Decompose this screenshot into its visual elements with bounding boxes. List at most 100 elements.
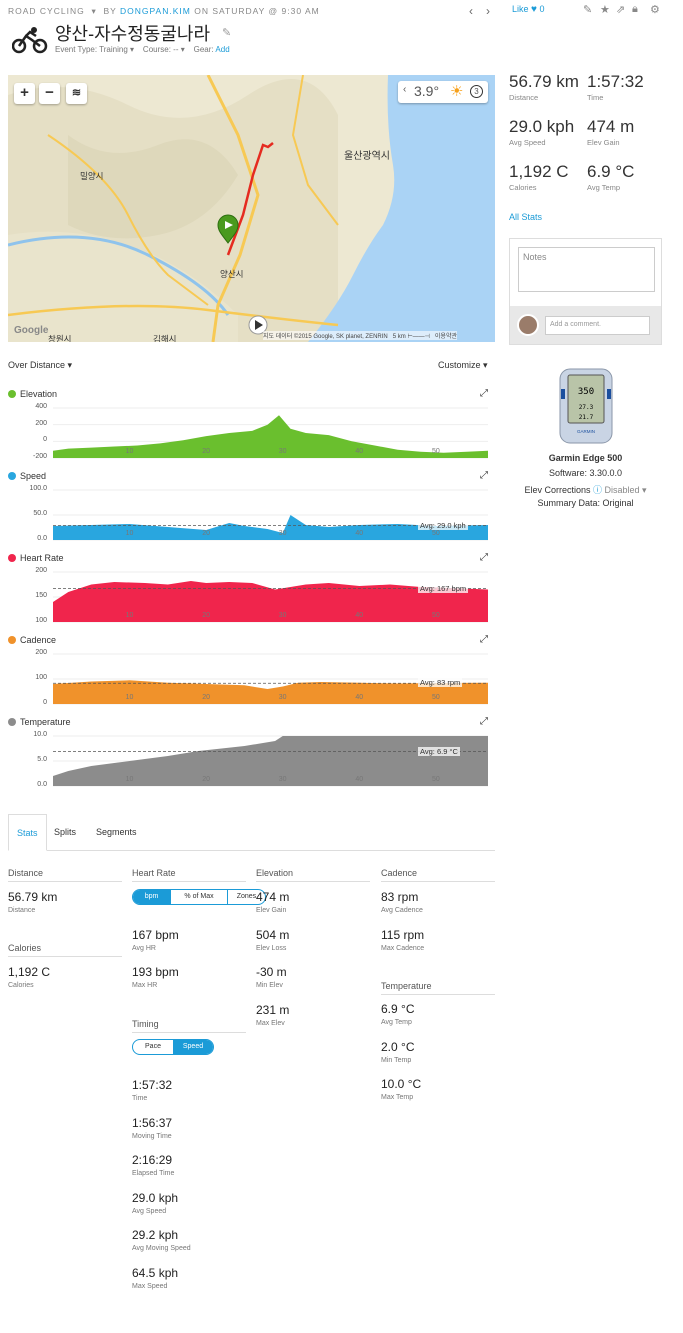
activity-title[interactable]: 양산-자수정동굴나라 [55,20,210,46]
stat-label: Min Temp [381,1056,412,1064]
x-tick-label: 20 [202,694,210,701]
zoom-out-button[interactable]: − [39,83,60,104]
prev-activity-icon[interactable]: ‹ [469,4,473,18]
stat-value: 115 rpm [381,927,425,942]
y-tick-label: 0.0 [37,535,47,542]
comment-input[interactable]: Add a comment. [545,316,650,335]
y-tick-label: 100 [35,674,47,681]
stat-value: 504 m [256,927,290,942]
x-tick-label: 30 [278,612,287,619]
elev-corrections-dropdown[interactable]: Disabled ▾ [605,485,647,495]
stat-label: Min Elev [256,982,283,989]
hr-percent-option[interactable]: % of Max [170,890,227,904]
stat-label: Elapsed Time [132,1170,175,1177]
x-tick-label: 30 [278,530,287,537]
zoom-in-button[interactable]: + [14,83,35,104]
cycling-icon [12,27,48,54]
tab-segments[interactable]: Segments [88,814,145,851]
customize-dropdown[interactable]: Customize ▾ [438,360,488,371]
stat-label: Elev Gain [256,907,287,914]
gear-icon[interactable]: ⚙ [650,3,660,16]
y-tick-label: 150 [35,592,47,599]
y-tick-label: 0 [43,436,47,444]
terms-link[interactable]: 이용약관 [435,334,457,340]
stat-value: 29.2 kph [132,1228,179,1242]
x-tick-label: 50 [431,448,440,455]
stat-label: Avg Temp [381,1019,412,1026]
layers-button[interactable]: ≋ [66,83,87,104]
hr-bpm-option[interactable]: bpm [133,890,171,904]
activity-breadcrumb: ROAD CYCLING ▾ BY DONGPAN.KIM ON SATURDA… [8,6,320,16]
next-activity-icon[interactable]: › [486,4,490,18]
comment-bar: Add a comment. [510,306,661,344]
hr-unit-toggle[interactable]: bpm % of Max Zones [132,889,266,905]
pace-option[interactable]: Pace [133,1040,173,1054]
summary-value: 1,192 C [509,162,569,181]
x-tick-label: 40 [355,694,364,701]
lock-icon[interactable]: 🔒︎ [632,3,638,16]
x-tick-label: 40 [355,776,364,783]
user-link[interactable]: DONGPAN.KIM [120,6,191,16]
x-tick-label: 40 [355,612,364,619]
average-label: Avg: 167 bpm [418,583,469,593]
weather-widget[interactable]: ‹ 3.9° ☀ 3 [398,81,488,103]
y-tick-label: 400 [35,403,47,410]
x-tick-label: 30 [278,694,287,701]
map-canvas [8,75,495,342]
notes-input[interactable]: Notes [518,247,655,292]
y-tick-label: 10.0 [33,731,47,738]
average-label: Avg: 29.0 kph [418,520,468,530]
stat-value: 10.0 °C [381,1077,422,1091]
x-tick-label: 50 [431,530,440,537]
edit-icon[interactable]: ✎ [583,3,592,16]
stat-value: -30 m [256,965,287,979]
svg-text:GARMIN: GARMIN [577,429,595,434]
summary-value: 474 m [587,117,635,136]
stat-label: Max Cadence [381,944,425,952]
google-logo: Google [14,325,49,336]
like-button[interactable]: Like ♥ 0 [512,4,545,15]
x-tick-label: 10 [125,612,134,619]
heart-icon: ♥ [531,4,537,15]
series-area [53,415,488,458]
summary-label: Elev Gain [587,138,620,147]
route-map[interactable]: + − ≋ ‹ 3.9° ☀ 3 울산광역시 밀양시 양산시 김해시 창원시 G… [8,75,495,342]
chart-plot [53,653,488,705]
over-distance-dropdown[interactable]: Over Distance ▾ [8,360,72,371]
x-tick-label: 40 [355,530,364,537]
x-tick-label: 50 [431,694,440,701]
star-icon[interactable]: ★ [600,3,610,16]
sun-icon: ☀ [450,83,464,100]
x-tick-label: 20 [202,776,210,783]
y-tick-label: 100 [35,617,47,624]
all-stats-link[interactable]: All Stats [509,212,542,222]
x-tick-label: 30 [278,448,287,455]
chart-plot [53,489,488,541]
tab-stats[interactable]: Stats [8,814,47,851]
average-label: Avg: 6.9 °C [418,746,460,756]
summary-value: 56.79 km [509,72,579,91]
x-tick-label: 20 [202,530,210,537]
y-tick-label: 200 [35,567,47,574]
speed-option[interactable]: Speed [173,1040,213,1054]
stat-value: 1:56:37 [132,1115,173,1130]
tab-splits[interactable]: Splits [46,814,84,851]
y-tick-label: 0.0 [37,781,47,788]
event-type-dropdown[interactable]: Event Type: Training ▾ [55,45,134,54]
stat-value: 83 rpm [381,890,419,904]
stat-label: Max Elev [256,1019,285,1027]
pace-speed-toggle[interactable]: Pace Speed [132,1039,214,1055]
summary-label: Distance [509,93,539,102]
add-gear-link[interactable]: Add [215,45,229,54]
map-copyright: 지도 데이터 ©2015 Google, SK planet, ZENRIN 5… [263,331,457,340]
x-tick-label: 20 [202,448,210,455]
stat-label: Avg Cadence [381,907,423,914]
help-icon[interactable]: ⓘ [593,485,602,495]
chevron-left-icon[interactable]: ‹ [403,84,406,95]
edit-title-icon[interactable]: ✎ [222,26,231,39]
course-dropdown[interactable]: Course: -- ▾ [143,45,185,54]
wind-icon: 3 [470,85,483,98]
stat-value: 2.0 °C [381,1039,415,1054]
share-icon[interactable]: ⇗ [616,3,625,16]
stat-value: 2:16:29 [132,1153,173,1167]
